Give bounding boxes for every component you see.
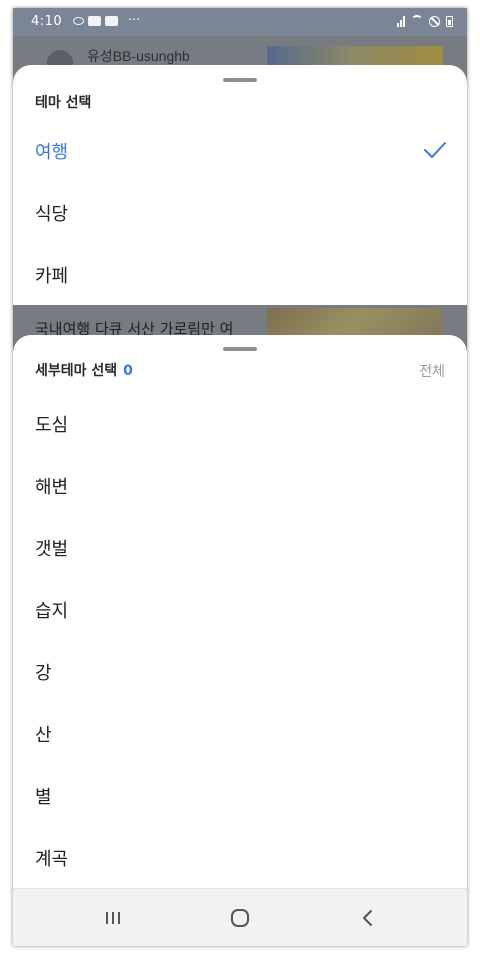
recent-apps-icon (106, 912, 120, 924)
theme-item-label: 식당 (35, 204, 69, 225)
notification-icons: ··· (73, 13, 141, 28)
subtheme-item-mountain[interactable]: 산 (13, 707, 467, 759)
subtheme-item-label: 도심 (35, 415, 69, 436)
recent-apps-button[interactable] (93, 903, 133, 933)
subtheme-item-label: 강 (35, 663, 52, 684)
youtube-icon (105, 16, 118, 26)
subtheme-item-stars[interactable]: 별 (13, 769, 467, 821)
selected-count-badge: 0 (123, 363, 133, 379)
subtheme-item-label: 산 (35, 725, 52, 746)
subtheme-item-label: 습지 (35, 601, 69, 622)
theme-item-travel[interactable]: 여행 (13, 128, 467, 174)
subtheme-item-tidal-flat[interactable]: 갯벌 (13, 521, 467, 573)
drag-handle[interactable] (223, 78, 257, 82)
more-notifications-icon: ··· (128, 13, 141, 28)
home-icon (231, 909, 249, 927)
channel-name: 유성BB-usunghb (87, 48, 190, 64)
navigation-bar (13, 888, 467, 946)
theme-item-restaurant[interactable]: 식당 (13, 190, 467, 236)
sheet-title: 세부테마 선택 0 (35, 360, 133, 380)
theme-item-label: 카페 (35, 266, 69, 287)
sheet-title-text: 세부테마 선택 (35, 363, 118, 379)
subtheme-item-river[interactable]: 강 (13, 645, 467, 697)
sheet-title: 테마 선택 (35, 95, 92, 111)
status-bar: 4:10 ··· (13, 8, 467, 36)
system-icons (397, 15, 453, 27)
theme-item-cafe[interactable]: 카페 (13, 252, 467, 298)
subtheme-item-city[interactable]: 도심 (13, 397, 467, 449)
youtube-icon (88, 16, 101, 26)
subtheme-item-label: 해변 (35, 477, 69, 498)
subtheme-item-beach[interactable]: 해변 (13, 459, 467, 511)
battery-icon (446, 15, 453, 27)
check-icon (424, 142, 446, 158)
subtheme-item-label: 갯벌 (35, 539, 69, 560)
phone-screen: 4:10 ··· 유성BB-usunghb 국내여행 다큐 서산 가로림만 여 … (13, 8, 467, 946)
subtheme-item-label: 계곡 (35, 849, 69, 870)
status-time: 4:10 (31, 14, 63, 29)
subtheme-select-sheet: 세부테마 선택 0 전체 도심 해변 갯벌 습지 강 산 별 계곡 (13, 335, 467, 935)
back-button[interactable] (348, 903, 388, 933)
theme-select-sheet: 테마 선택 여행 식당 카페 (13, 65, 467, 305)
select-all-button[interactable]: 전체 (419, 361, 445, 381)
subtheme-item-wetland[interactable]: 습지 (13, 583, 467, 635)
back-icon (363, 910, 372, 926)
do-not-disturb-icon (429, 15, 440, 27)
theme-item-label: 여행 (35, 142, 69, 163)
wifi-icon (411, 15, 423, 27)
subtheme-item-valley[interactable]: 계곡 (13, 831, 467, 883)
signal-icon (397, 15, 405, 27)
drag-handle[interactable] (223, 347, 257, 351)
link-icon (73, 17, 84, 25)
home-button[interactable] (220, 903, 260, 933)
subtheme-item-label: 별 (35, 787, 52, 808)
